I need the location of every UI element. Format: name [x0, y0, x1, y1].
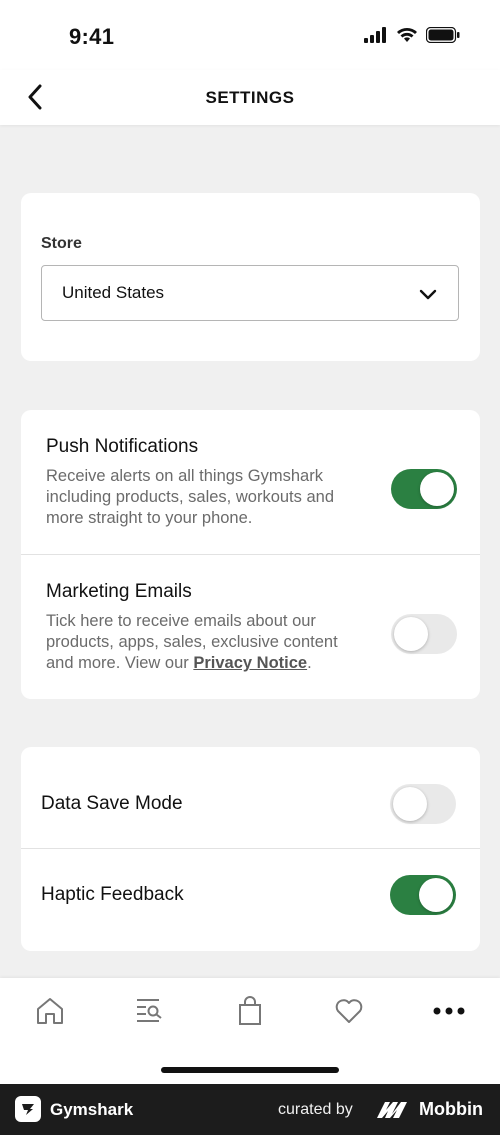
store-select[interactable]: United States: [41, 265, 459, 321]
more-icon: [433, 1007, 465, 1015]
push-notifications-description: Receive alerts on all things Gymshark in…: [46, 467, 334, 527]
data-save-toggle[interactable]: [390, 784, 456, 824]
footer-curated-label: curated by: [278, 1101, 353, 1118]
misc-settings-card: Data Save Mode Haptic Feedback: [21, 747, 480, 951]
battery-icon: [426, 27, 460, 43]
data-save-label: Data Save Mode: [41, 793, 183, 814]
status-icons: [364, 27, 460, 43]
home-indicator: [161, 1067, 339, 1073]
push-notifications-toggle[interactable]: [391, 469, 457, 509]
signal-icon: [364, 27, 386, 43]
footer-brand: Gymshark: [50, 1100, 134, 1119]
store-value: United States: [62, 283, 165, 302]
marketing-description-suffix: .: [307, 654, 312, 672]
tab-bag[interactable]: [230, 994, 270, 1028]
tab-search[interactable]: [129, 994, 169, 1028]
haptic-feedback-row: Haptic Feedback: [21, 849, 480, 951]
push-notifications-row: Push Notifications Receive alerts on all…: [21, 410, 480, 554]
status-time: 9:41: [69, 24, 115, 49]
tab-bar: [0, 978, 500, 1084]
tab-home[interactable]: [30, 994, 70, 1028]
tab-wishlist[interactable]: [329, 994, 369, 1028]
wifi-icon: [397, 28, 417, 42]
store-label: Store: [41, 235, 82, 252]
marketing-emails-description: Tick here to receive emails about our pr…: [46, 611, 366, 674]
toggle-knob: [419, 878, 453, 912]
bag-icon: [239, 996, 261, 1025]
toggle-knob: [394, 617, 428, 651]
privacy-notice-link[interactable]: Privacy Notice: [193, 654, 307, 672]
toggle-knob: [393, 787, 427, 821]
footer-mobbin: Mobbin: [419, 1099, 483, 1119]
marketing-emails-row: Marketing Emails Tick here to receive em…: [21, 555, 480, 699]
data-save-row: Data Save Mode: [21, 747, 480, 848]
push-notifications-title: Push Notifications: [46, 436, 199, 457]
store-card: Store United States: [21, 193, 480, 361]
page-title: SETTINGS: [205, 88, 295, 107]
haptic-feedback-label: Haptic Feedback: [41, 884, 184, 905]
status-bar: 9:41: [0, 0, 500, 70]
marketing-emails-title: Marketing Emails: [46, 581, 192, 602]
footer-banner: Gymshark curated by Mobbin: [0, 1084, 500, 1135]
gymshark-logo-icon: [15, 1096, 41, 1122]
chevron-down-icon: [419, 289, 437, 300]
nav-bar: SETTINGS: [0, 70, 500, 125]
marketing-emails-toggle[interactable]: [391, 614, 457, 654]
heart-icon: [335, 999, 363, 1023]
haptic-feedback-toggle[interactable]: [390, 875, 456, 915]
home-icon: [37, 998, 63, 1024]
search-list-icon: [137, 999, 162, 1022]
notifications-card: Push Notifications Receive alerts on all…: [21, 410, 480, 699]
mobbin-logo-icon: [377, 1102, 407, 1118]
tab-more[interactable]: [429, 994, 469, 1028]
toggle-knob: [420, 472, 454, 506]
